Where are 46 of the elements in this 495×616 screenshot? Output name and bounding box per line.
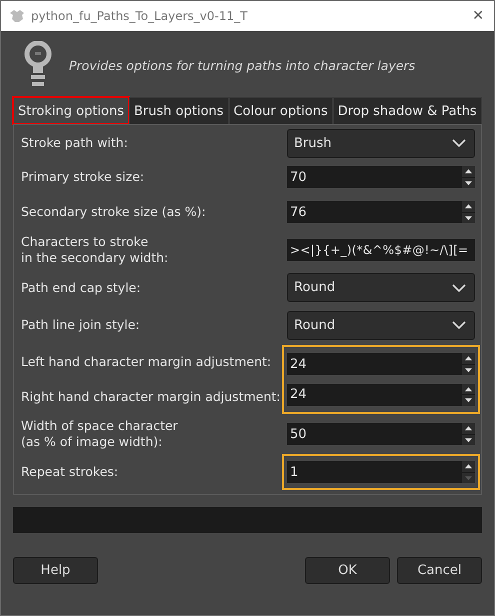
field-label: Right hand character margin adjustment:: [21, 388, 280, 405]
decrement-icon[interactable]: [462, 178, 475, 188]
help-button[interactable]: Help: [13, 557, 98, 584]
spin-field[interactable]: 70: [287, 166, 475, 188]
window-title: python_fu_Paths_To_Layers_v0-11_T: [31, 9, 248, 23]
tab[interactable]: Brush options: [129, 97, 229, 124]
decrement-icon[interactable]: [462, 212, 475, 223]
field-label: Left hand character margin adjustment:: [21, 354, 272, 370]
dropdown[interactable]: Round: [287, 310, 475, 340]
field-label: Primary stroke size:: [21, 169, 144, 185]
spin-field[interactable]: 76: [287, 201, 475, 223]
tab[interactable]: Drop shadow & Paths: [332, 97, 482, 124]
field-label: Characters to stroke in the secondary width:: [21, 234, 168, 266]
description-text: Provides options for turning paths into character layers: [69, 58, 416, 72]
spin-field[interactable]: 24: [287, 384, 475, 406]
increment-icon[interactable]: [462, 423, 475, 434]
text-field[interactable]: ><|}{+_)(*&^%$#@!~/\][=: [287, 238, 475, 260]
close-button[interactable]: ✕: [472, 8, 484, 24]
decrement-icon[interactable]: [462, 434, 475, 445]
field-label: Stroke path with:: [21, 135, 128, 151]
cancel-button[interactable]: Cancel: [397, 557, 482, 584]
field-label: Path end cap style:: [21, 280, 141, 296]
tab[interactable]: Stroking options: [13, 97, 130, 124]
field-label: Repeat strokes:: [21, 464, 118, 480]
ok-button[interactable]: OK: [305, 557, 390, 584]
chevron-down-icon: [452, 139, 466, 147]
spin-field[interactable]: 1: [287, 461, 475, 483]
increment-icon[interactable]: [462, 353, 475, 364]
app-icon: [9, 9, 25, 23]
decrement-icon[interactable]: [462, 364, 475, 376]
spin-field[interactable]: 24: [287, 353, 475, 376]
increment-icon[interactable]: [462, 201, 475, 212]
chevron-down-icon: [452, 321, 466, 329]
increment-icon[interactable]: [462, 384, 475, 394]
increment-icon[interactable]: [462, 166, 475, 176]
dropdown[interactable]: Round: [287, 273, 475, 302]
spin-field[interactable]: 50: [287, 423, 475, 445]
tab[interactable]: Colour options: [228, 97, 333, 124]
chevron-down-icon: [452, 284, 466, 292]
field-label: Secondary stroke size (as %):: [21, 204, 206, 220]
increment-icon[interactable]: [462, 461, 475, 472]
field-label: Width of space character (as % of image width):: [21, 418, 178, 450]
lightbulb-icon: [23, 41, 53, 89]
decrement-icon[interactable]: [462, 395, 475, 406]
field-label: Path line join style:: [21, 317, 140, 333]
dropdown[interactable]: Brush: [287, 128, 475, 158]
